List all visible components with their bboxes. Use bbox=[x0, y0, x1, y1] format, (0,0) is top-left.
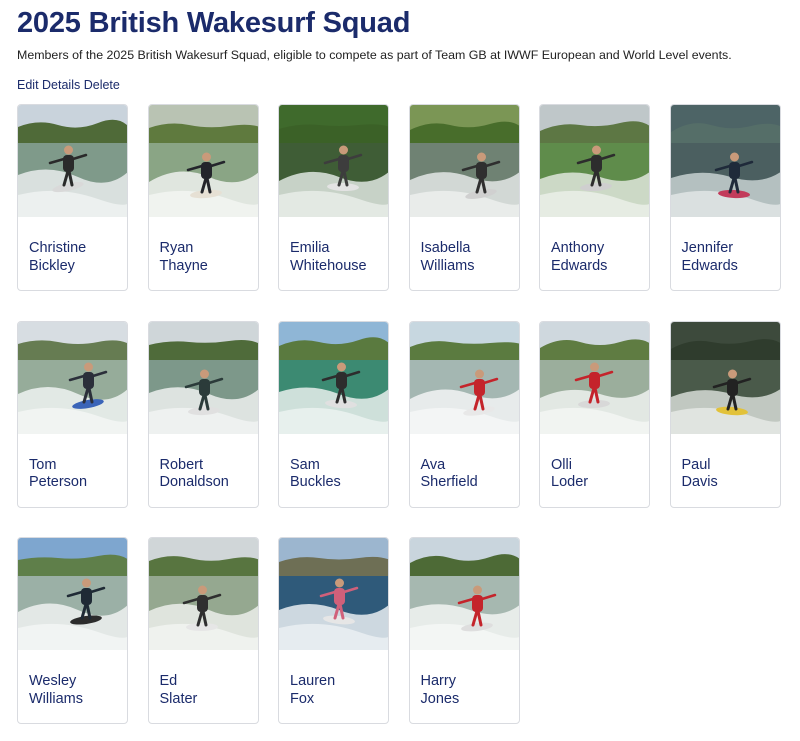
member-name: Olli Loder bbox=[551, 457, 588, 492]
member-photo bbox=[670, 321, 780, 434]
member-last-name: Jones bbox=[420, 690, 460, 707]
member-name: Anthony Edwards bbox=[551, 240, 607, 275]
member-first-name: Isabella bbox=[420, 240, 471, 256]
member-name: Harry Jones bbox=[421, 673, 460, 708]
member-name: Sam Buckles bbox=[290, 457, 341, 492]
member-photo bbox=[148, 538, 258, 650]
member-card[interactable]: Olli Loder bbox=[539, 320, 650, 508]
member-card[interactable]: Wesley Williams bbox=[17, 537, 128, 724]
member-last-name: Williams bbox=[420, 257, 475, 274]
member-last-name: Thayne bbox=[159, 257, 208, 274]
member-card[interactable]: Harry Jones bbox=[408, 537, 520, 724]
member-last-name: Slater bbox=[159, 690, 198, 707]
member-last-name: Loder bbox=[551, 474, 589, 490]
member-photo bbox=[148, 321, 258, 434]
member-card[interactable]: Sam Buckles bbox=[278, 320, 389, 508]
member-name: Isabella Williams bbox=[421, 240, 475, 275]
member-name: Christine Bickley bbox=[29, 240, 86, 275]
member-last-name: Fox bbox=[290, 690, 315, 707]
member-photo bbox=[670, 105, 780, 217]
member-name: Ed Slater bbox=[160, 673, 198, 708]
member-photo bbox=[540, 105, 649, 217]
member-first-name: Christine bbox=[29, 240, 87, 256]
member-last-name: Buckles bbox=[290, 474, 341, 490]
member-card[interactable]: Isabella Williams bbox=[408, 104, 520, 291]
member-photo bbox=[148, 105, 258, 217]
page-title: 2025 British Wakesurf Squad bbox=[17, 7, 411, 39]
member-first-name: Robert bbox=[159, 456, 204, 473]
member-last-name: Williams bbox=[29, 690, 83, 707]
edit-details-link[interactable]: Edit Details bbox=[17, 78, 80, 92]
member-photo bbox=[18, 538, 127, 650]
member-photo bbox=[279, 321, 388, 434]
member-first-name: Olli bbox=[551, 456, 572, 473]
member-name: Ava Sherfield bbox=[421, 457, 478, 492]
member-photo bbox=[409, 105, 519, 217]
member-photo bbox=[18, 105, 127, 217]
member-photo bbox=[409, 321, 519, 434]
member-last-name: Edwards bbox=[551, 257, 608, 274]
member-card[interactable]: Lauren Fox bbox=[278, 537, 389, 724]
member-first-name: Harry bbox=[420, 673, 456, 689]
member-first-name: Paul bbox=[681, 456, 711, 473]
member-card[interactable]: Paul Davis bbox=[669, 320, 781, 508]
member-name: Robert Donaldson bbox=[160, 457, 229, 492]
member-name: Emilia Whitehouse bbox=[290, 240, 367, 275]
member-last-name: Sherfield bbox=[420, 474, 478, 490]
member-name: Ryan Thayne bbox=[160, 240, 208, 275]
member-first-name: Anthony bbox=[551, 240, 605, 256]
member-first-name: Ava bbox=[420, 456, 446, 473]
member-card[interactable]: Emilia Whitehouse bbox=[278, 104, 389, 291]
delete-link[interactable]: Delete bbox=[84, 78, 120, 92]
member-photo bbox=[540, 321, 649, 434]
member-first-name: Ryan bbox=[159, 240, 194, 256]
member-name: Lauren Fox bbox=[290, 673, 335, 708]
member-last-name: Donaldson bbox=[159, 474, 229, 490]
member-last-name: Davis bbox=[681, 474, 718, 490]
member-photo bbox=[18, 321, 127, 434]
page-actions: Edit Details Delete bbox=[17, 77, 120, 93]
member-name: Tom Peterson bbox=[29, 457, 87, 492]
member-last-name: Edwards bbox=[681, 257, 738, 274]
member-card[interactable]: Anthony Edwards bbox=[539, 104, 650, 291]
member-first-name: Wesley bbox=[29, 673, 77, 689]
member-card[interactable]: Tom Peterson bbox=[17, 320, 128, 508]
member-card[interactable]: Ed Slater bbox=[147, 537, 259, 724]
member-first-name: Ed bbox=[159, 673, 178, 689]
member-name: Paul Davis bbox=[682, 457, 718, 492]
member-card[interactable]: Robert Donaldson bbox=[147, 320, 259, 508]
member-card[interactable]: Ryan Thayne bbox=[147, 104, 259, 291]
member-last-name: Peterson bbox=[29, 474, 88, 490]
member-first-name: Lauren bbox=[290, 673, 336, 689]
member-card[interactable]: Ava Sherfield bbox=[408, 320, 520, 508]
member-last-name: Whitehouse bbox=[290, 257, 367, 274]
member-first-name: Emilia bbox=[290, 240, 330, 256]
member-card[interactable]: Jennifer Edwards bbox=[669, 104, 781, 291]
member-photo bbox=[279, 538, 388, 650]
member-first-name: Sam bbox=[290, 456, 320, 473]
member-name: Jennifer Edwards bbox=[682, 240, 738, 275]
member-photo bbox=[279, 105, 388, 217]
page-description: Members of the 2025 British Wakesurf Squ… bbox=[17, 48, 732, 62]
member-last-name: Bickley bbox=[29, 257, 75, 274]
member-first-name: Jennifer bbox=[681, 240, 734, 256]
member-first-name: Tom bbox=[29, 456, 57, 473]
member-name: Wesley Williams bbox=[29, 673, 83, 708]
member-photo bbox=[409, 538, 519, 650]
member-card[interactable]: Christine Bickley bbox=[17, 104, 128, 291]
squad-page: 2025 British Wakesurf Squad Members of t… bbox=[0, 0, 800, 741]
